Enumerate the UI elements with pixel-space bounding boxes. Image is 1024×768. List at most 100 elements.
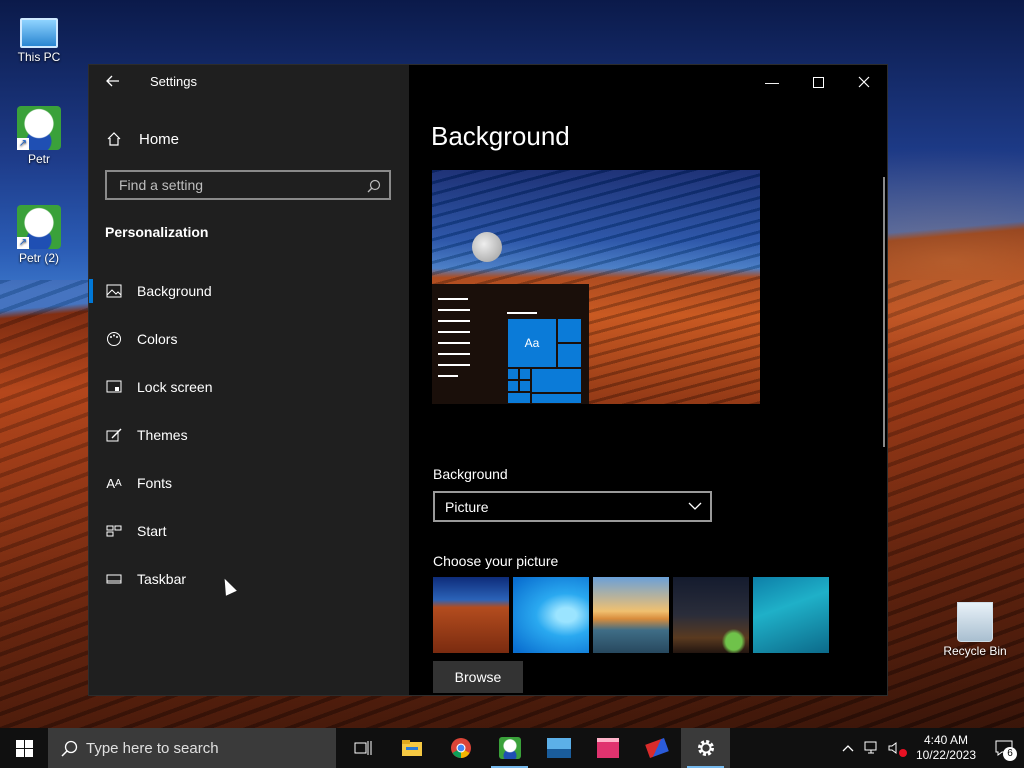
rabbit-icon: ↗ <box>17 106 61 150</box>
desktop-icon-petr-2[interactable]: ↗ Petr (2) <box>4 205 74 265</box>
maximize-icon <box>812 76 824 88</box>
caption-buttons: — <box>749 65 887 99</box>
background-type-dropdown[interactable]: Picture <box>433 491 712 522</box>
rabbit-icon <box>498 737 521 759</box>
brush-icon <box>105 426 123 444</box>
settings-search-input[interactable] <box>117 176 361 194</box>
thumbnail-desert[interactable] <box>433 577 509 653</box>
clock[interactable]: 4:40 AM 10/22/2023 <box>916 733 976 763</box>
clock-date: 10/22/2023 <box>915 748 976 762</box>
store-icon <box>596 738 619 758</box>
desktop-icon-recycle-bin[interactable]: Recycle Bin <box>940 602 1010 658</box>
desktop-icon-petr[interactable]: ↗ Petr <box>4 106 74 166</box>
recycle-bin-icon <box>957 602 993 642</box>
home-label: Home <box>139 130 180 148</box>
clock-time: 4:40 AM <box>923 733 968 747</box>
nav-item-label: Start <box>137 523 167 539</box>
nav-item-label: Colors <box>137 331 178 347</box>
nav-item-lock-screen[interactable]: Lock screen <box>89 363 409 411</box>
nav-item-themes[interactable]: Themes <box>89 411 409 459</box>
close-button[interactable] <box>841 65 887 99</box>
chevron-up-icon[interactable] <box>839 739 857 757</box>
palette-icon <box>105 330 123 348</box>
fonts-icon: AA <box>106 475 122 491</box>
preview-start-menu: Aa <box>432 284 589 404</box>
preview-menu-lines <box>438 298 470 386</box>
network-icon[interactable] <box>863 739 881 757</box>
store-app-button[interactable] <box>583 728 632 768</box>
nav-item-label: Background <box>137 283 212 299</box>
maximize-button[interactable] <box>795 65 841 99</box>
windows-logo-icon <box>15 739 33 757</box>
thumbnail-beach-rocks[interactable] <box>593 577 669 653</box>
nav-item-taskbar[interactable]: Taskbar <box>89 555 409 603</box>
window-title: Settings <box>150 74 197 89</box>
start-icon <box>105 522 123 540</box>
preview-tile-aa: Aa <box>507 318 557 368</box>
notification-center-button[interactable]: 6 <box>984 728 1024 768</box>
nav-item-label: Fonts <box>137 475 173 491</box>
picture-thumbnails <box>433 577 829 653</box>
preview-tiles: Aa <box>507 318 582 404</box>
desktop-icon-this-pc[interactable]: This PC <box>4 10 74 64</box>
minimize-icon: — <box>765 74 779 90</box>
home-link[interactable]: Home <box>105 125 395 153</box>
desktop-icon-label: Recycle Bin <box>943 644 1007 658</box>
home-icon <box>105 130 123 148</box>
nav-item-label: Lock screen <box>137 379 213 395</box>
nav-item-background[interactable]: Background <box>89 267 409 315</box>
thumbnail-windows-blue[interactable] <box>513 577 589 653</box>
taskbar-icon <box>105 570 123 588</box>
search-icon <box>365 177 383 195</box>
nav-item-start[interactable]: Start <box>89 507 409 555</box>
ship-icon <box>546 738 571 758</box>
petr-app-button[interactable] <box>485 728 534 768</box>
rabbit-icon: ↗ <box>17 205 61 249</box>
nav-item-colors[interactable]: Colors <box>89 315 409 363</box>
ship-app-button[interactable] <box>534 728 583 768</box>
settings-window: Settings Home Personalization Background… <box>88 64 888 696</box>
back-button[interactable] <box>101 71 125 93</box>
thumbnail-underwater[interactable] <box>753 577 829 653</box>
desktop-icon-label: Petr (2) <box>18 251 59 265</box>
desktop-icon-label: This PC <box>17 50 61 64</box>
settings-main: — Background Aa Background Picture Choos… <box>409 65 887 695</box>
taskbar: 4:40 AM 10/22/2023 6 <box>0 728 1024 768</box>
chrome-button[interactable] <box>436 728 485 768</box>
volume-muted-icon[interactable] <box>887 739 907 757</box>
thumbnail-night-sky[interactable] <box>673 577 749 653</box>
taskbar-search-input[interactable] <box>84 738 328 758</box>
notification-count-badge: 6 <box>1003 747 1017 761</box>
lock-screen-icon <box>105 378 123 396</box>
taskbar-apps <box>338 728 730 768</box>
system-tray: 4:40 AM 10/22/2023 6 <box>836 728 1024 768</box>
scrollbar[interactable] <box>883 177 885 447</box>
settings-search[interactable] <box>105 170 391 200</box>
close-icon <box>858 76 870 88</box>
nav-item-label: Taskbar <box>137 571 187 587</box>
cards-app-button[interactable] <box>632 728 681 768</box>
picture-icon <box>105 282 123 300</box>
search-icon <box>60 739 78 757</box>
minimize-button[interactable]: — <box>749 65 795 99</box>
choose-picture-label: Choose your picture <box>433 553 559 569</box>
back-arrow-icon <box>106 75 119 87</box>
background-type-label: Background <box>433 466 508 482</box>
background-type-value: Picture <box>445 498 489 515</box>
start-button[interactable] <box>0 728 48 768</box>
nav-item-fonts[interactable]: AA Fonts <box>89 459 409 507</box>
settings-taskbar-button[interactable] <box>681 728 730 768</box>
shortcut-arrow-icon: ↗ <box>17 138 29 150</box>
browse-button[interactable]: Browse <box>433 661 523 693</box>
file-explorer-icon <box>401 740 422 756</box>
shortcut-arrow-icon: ↗ <box>17 237 29 249</box>
chrome-icon <box>450 738 471 758</box>
page-title: Background <box>431 121 570 151</box>
desktop-icon-label: Petr <box>27 152 50 166</box>
taskbar-search[interactable] <box>48 728 336 768</box>
task-view-button[interactable] <box>338 728 387 768</box>
file-explorer-button[interactable] <box>387 728 436 768</box>
section-heading: Personalization <box>105 224 209 240</box>
title-bar[interactable]: Settings <box>89 65 409 99</box>
computer-icon <box>20 18 58 48</box>
